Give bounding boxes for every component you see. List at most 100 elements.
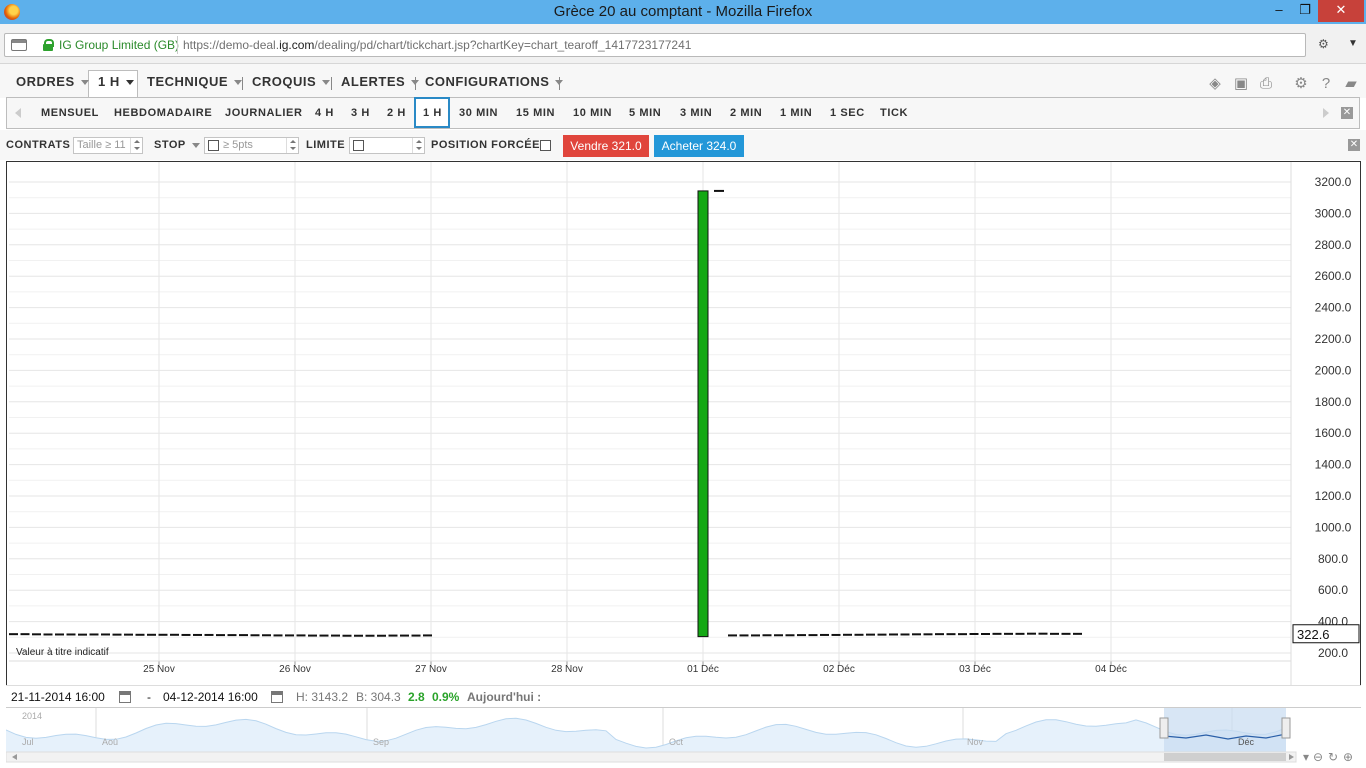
- refresh-icon[interactable]: ↻: [1328, 750, 1338, 764]
- url-bar[interactable]: IG Group Limited (GB) https://demo-deal.…: [4, 33, 1306, 57]
- stop-label[interactable]: STOP: [154, 139, 200, 151]
- spike-bar[interactable]: [697, 190, 709, 638]
- navigator-month: Oct: [669, 737, 684, 747]
- timeframe-5min[interactable]: 5 MIN: [629, 107, 661, 119]
- zoom-in-icon[interactable]: ⊕: [1343, 750, 1353, 764]
- y-tick-label: 600.0: [1318, 583, 1348, 597]
- menu-configurations[interactable]: CONFIGURATIONS: [425, 74, 564, 89]
- navigator-selection[interactable]: [1164, 708, 1286, 752]
- sell-button[interactable]: Vendre 321.0: [563, 135, 649, 157]
- y-tick-label: 1400.0: [1315, 458, 1352, 472]
- navigator-scroll-thumb[interactable]: [1164, 753, 1286, 761]
- close-button[interactable]: ✕: [1318, 0, 1364, 22]
- url-divider: [177, 36, 178, 54]
- navigator-series[interactable]: [6, 708, 1361, 768]
- timeframe-15min[interactable]: 15 MIN: [516, 107, 555, 119]
- x-tick-label: 26 Nov: [279, 664, 311, 675]
- chevron-down-icon: [125, 80, 134, 86]
- x-tick-label: 27 Nov: [415, 664, 447, 675]
- timeframe-30min[interactable]: 30 MIN: [459, 107, 498, 119]
- navigator-handle-left[interactable]: [1159, 717, 1169, 739]
- stop-stepper[interactable]: ≥ 5pts: [204, 137, 299, 154]
- scroll-left-icon[interactable]: [15, 108, 21, 118]
- minimize-button[interactable]: –: [1266, 0, 1292, 22]
- timeframe-1sec[interactable]: 1 SEC: [830, 107, 865, 119]
- stepper-arrows-icon[interactable]: [130, 138, 142, 153]
- x-tick-label: 04 Déc: [1095, 664, 1127, 675]
- image-icon[interactable]: ▣: [1233, 76, 1249, 92]
- navigator-handle-right[interactable]: [1281, 717, 1291, 739]
- zoom-menu-icon[interactable]: ▾: [1303, 750, 1309, 764]
- y-tick-label: 2400.0: [1315, 301, 1352, 315]
- date-to[interactable]: 04-12-2014 16:00: [163, 690, 258, 704]
- chart-area[interactable]: 25 Nov 26 Nov 27 Nov 28 Nov 01 Déc 02 Déc 03 D…: [6, 161, 1361, 707]
- menu-sketches[interactable]: CROQUIS: [252, 74, 331, 89]
- timeframe-10min[interactable]: 10 MIN: [573, 107, 612, 119]
- timeframe-2min[interactable]: 2 MIN: [730, 107, 762, 119]
- zoom-out-icon[interactable]: ⊖: [1313, 750, 1323, 764]
- menu-divider: [559, 77, 560, 90]
- timeframe-monthly[interactable]: MENSUEL: [41, 107, 99, 119]
- current-value-label: 322.6: [1297, 627, 1330, 642]
- extension-icon[interactable]: ⚙: [1318, 37, 1336, 51]
- menu-timeframe[interactable]: 1 H: [98, 74, 134, 89]
- navigator-month: Jul: [22, 737, 34, 747]
- stop-checkbox[interactable]: [208, 140, 219, 151]
- maximize-button[interactable]: ❐: [1292, 0, 1318, 22]
- browser-window: Grèce 20 au comptant - Mozilla Firefox –…: [0, 0, 1366, 768]
- site-identity[interactable]: IG Group Limited (GB): [59, 38, 179, 52]
- dropdown-arrow-icon[interactable]: ▼: [1348, 38, 1358, 49]
- gear-icon[interactable]: ⚙: [1293, 76, 1309, 92]
- lock-icon[interactable]: [43, 39, 54, 51]
- timeframe-3h[interactable]: 3 H: [351, 107, 370, 119]
- limit-checkbox[interactable]: [353, 140, 364, 151]
- url-text[interactable]: https://demo-deal.ig.com/dealing/pd/char…: [183, 38, 691, 52]
- forced-position-checkbox[interactable]: [540, 140, 551, 151]
- y-tick-label: 1600.0: [1315, 426, 1352, 440]
- x-tick-label: 03 Déc: [959, 664, 991, 675]
- timeframe-1h[interactable]: 1 H: [423, 107, 442, 119]
- title-bar: Grèce 20 au comptant - Mozilla Firefox –…: [0, 0, 1366, 24]
- timeframe-4h[interactable]: 4 H: [315, 107, 334, 119]
- calendar-icon[interactable]: [119, 691, 131, 703]
- navigator-month: Aoû: [102, 737, 119, 747]
- y-tick-label: 2600.0: [1315, 269, 1352, 283]
- timeframe-1min[interactable]: 1 MIN: [780, 107, 812, 119]
- close-icon[interactable]: ✕: [1341, 107, 1353, 119]
- stepper-arrows-icon[interactable]: [286, 138, 298, 153]
- timeframe-daily[interactable]: JOURNALIER: [225, 107, 303, 119]
- buy-button[interactable]: Acheter 324.0: [654, 135, 744, 157]
- close-icon[interactable]: ✕: [1348, 139, 1360, 151]
- date-dash: -: [147, 690, 151, 704]
- navigator-year: 2014: [22, 711, 43, 721]
- indicative-note: Valeur à titre indicatif: [16, 647, 109, 658]
- x-tick-label: 28 Nov: [551, 664, 583, 675]
- x-tick-label: 01 Déc: [687, 664, 719, 675]
- timeframe-2h[interactable]: 2 H: [387, 107, 406, 119]
- date-from[interactable]: 21-11-2014 16:00: [11, 690, 105, 704]
- layers-icon[interactable]: ◈: [1207, 76, 1223, 92]
- print-icon[interactable]: ⎙: [1258, 76, 1274, 92]
- forced-position-label: POSITION FORCÉE: [431, 139, 540, 151]
- high-value: H: 3143.2: [296, 690, 349, 704]
- comment-icon[interactable]: ▰: [1343, 76, 1359, 92]
- scroll-right-icon[interactable]: [1323, 108, 1329, 118]
- help-icon[interactable]: ?: [1318, 76, 1334, 92]
- timeframe-3min[interactable]: 3 MIN: [680, 107, 712, 119]
- stepper-arrows-icon[interactable]: [412, 138, 424, 153]
- limit-label: LIMITE: [306, 139, 346, 151]
- calendar-icon[interactable]: [271, 691, 283, 703]
- menu-alerts[interactable]: ALERTES: [341, 74, 420, 89]
- menu-technical[interactable]: TECHNIQUE: [147, 74, 243, 89]
- stop-placeholder: ≥ 5pts: [223, 139, 253, 151]
- navigator-area: [6, 718, 1286, 752]
- page-icon[interactable]: [11, 39, 27, 51]
- timeframe-tick[interactable]: TICK: [880, 107, 908, 119]
- price-chart[interactable]: 25 Nov 26 Nov 27 Nov 28 Nov 01 Déc 02 Déc 03 D…: [7, 162, 1360, 706]
- menu-orders[interactable]: ORDRES: [16, 74, 89, 89]
- contracts-stepper[interactable]: Taille ≥ 11: [73, 137, 143, 154]
- timeframe-weekly[interactable]: HEBDOMADAIRE: [114, 107, 212, 119]
- navigator-scrollbar[interactable]: [6, 751, 1297, 763]
- chart-navigator[interactable]: 2014 Jul Aoû Sep Oct Nov Déc ▾ ⊖ ↻ ⊕: [6, 707, 1361, 768]
- limit-stepper[interactable]: [349, 137, 425, 154]
